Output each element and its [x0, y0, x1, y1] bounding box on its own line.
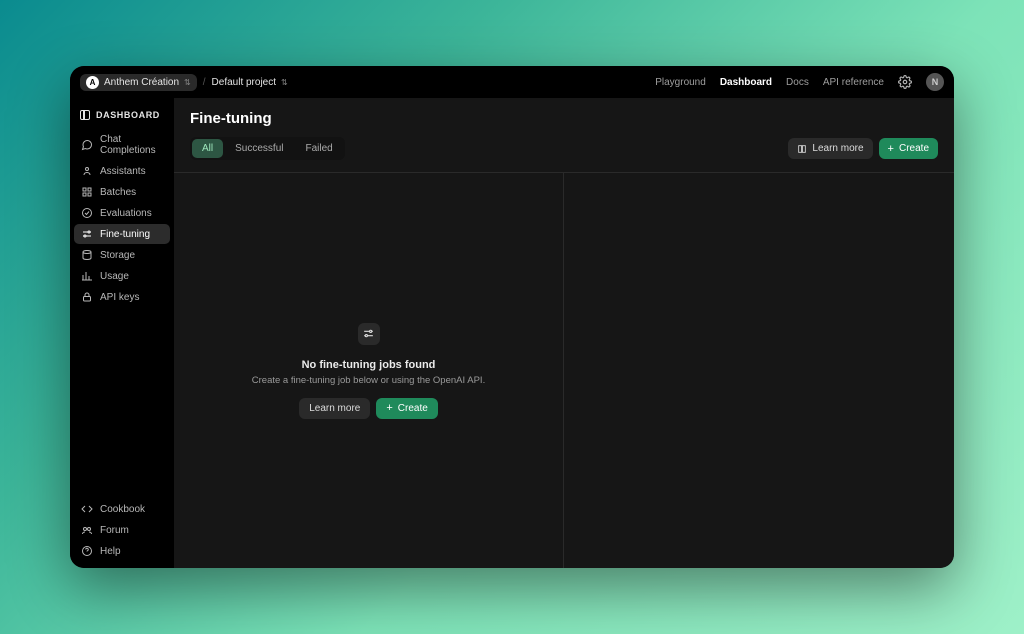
- main-content: Fine-tuning All Successful Failed Lea: [174, 98, 954, 568]
- org-switcher[interactable]: A Anthem Création ⇅: [80, 74, 197, 91]
- filter-tabs: All Successful Failed: [190, 137, 345, 160]
- empty-state-subtitle: Create a fine-tuning job below or using …: [252, 375, 485, 386]
- avatar[interactable]: N: [926, 73, 944, 91]
- empty-learn-more-button[interactable]: Learn more: [299, 398, 370, 419]
- nav-dashboard[interactable]: Dashboard: [720, 77, 772, 88]
- sidebar-item-assistants[interactable]: Assistants: [74, 161, 170, 181]
- sidebar-header-label: DASHBOARD: [96, 110, 160, 120]
- toolbar: All Successful Failed Learn more: [190, 137, 938, 160]
- sidebar-item-label: Chat Completions: [100, 134, 163, 156]
- detail-pane: [564, 173, 954, 568]
- tab-all[interactable]: All: [192, 139, 223, 158]
- nav-docs[interactable]: Docs: [786, 77, 809, 88]
- panel-icon: [80, 110, 90, 120]
- sidebar-item-label: Fine-tuning: [100, 229, 150, 240]
- empty-create-button[interactable]: + Create: [376, 398, 437, 419]
- sidebar-item-label: Assistants: [100, 166, 146, 177]
- app-window: A Anthem Création ⇅ / Default project ⇅ …: [70, 66, 954, 568]
- storage-icon: [81, 249, 93, 261]
- sidebar-footer-forum[interactable]: Forum: [74, 520, 170, 540]
- sidebar-item-label: Storage: [100, 250, 135, 261]
- sidebar-item-usage[interactable]: Usage: [74, 266, 170, 286]
- project-switcher[interactable]: Default project ⇅: [212, 77, 288, 88]
- nav-api-reference[interactable]: API reference: [823, 77, 884, 88]
- sidebar-item-label: API keys: [100, 292, 139, 303]
- code-icon: [81, 503, 93, 515]
- breadcrumb-separator: /: [203, 77, 206, 88]
- learn-more-label: Learn more: [812, 143, 863, 154]
- topbar: A Anthem Création ⇅ / Default project ⇅ …: [70, 66, 954, 98]
- org-logo: A: [86, 76, 99, 89]
- sidebar-item-fine-tuning[interactable]: Fine-tuning: [74, 224, 170, 244]
- evaluations-icon: [81, 207, 93, 219]
- org-name: Anthem Création: [104, 77, 179, 88]
- empty-state: No fine-tuning jobs found Create a fine-…: [252, 323, 485, 419]
- learn-more-button[interactable]: Learn more: [788, 138, 872, 159]
- forum-icon: [81, 524, 93, 536]
- assistant-icon: [81, 165, 93, 177]
- content-area: No fine-tuning jobs found Create a fine-…: [174, 172, 954, 568]
- sidebar-item-label: Evaluations: [100, 208, 152, 219]
- sidebar-item-label: Batches: [100, 187, 136, 198]
- sidebar-footer-label: Help: [100, 546, 121, 557]
- page-title: Fine-tuning: [190, 110, 938, 127]
- create-label: Create: [899, 143, 929, 154]
- sidebar-footer-help[interactable]: Help: [74, 541, 170, 561]
- tab-successful[interactable]: Successful: [225, 139, 293, 158]
- lock-icon: [81, 291, 93, 303]
- jobs-list-pane: No fine-tuning jobs found Create a fine-…: [174, 173, 564, 568]
- help-icon: [81, 545, 93, 557]
- tab-failed[interactable]: Failed: [295, 139, 342, 158]
- chevron-updown-icon: ⇅: [184, 78, 191, 87]
- gear-icon[interactable]: [898, 75, 912, 89]
- batches-icon: [81, 186, 93, 198]
- sliders-icon: [358, 323, 380, 345]
- nav-playground[interactable]: Playground: [655, 77, 706, 88]
- sidebar-header: DASHBOARD: [74, 108, 170, 130]
- usage-icon: [81, 270, 93, 282]
- empty-state-title: No fine-tuning jobs found: [302, 359, 436, 371]
- sidebar-footer-label: Cookbook: [100, 504, 145, 515]
- sidebar-item-label: Usage: [100, 271, 129, 282]
- empty-create-label: Create: [398, 403, 428, 414]
- project-name: Default project: [212, 77, 276, 88]
- sliders-icon: [81, 228, 93, 240]
- sidebar: DASHBOARD Chat Completions Assistants Ba…: [70, 98, 174, 568]
- top-nav: Playground Dashboard Docs API reference …: [655, 73, 944, 91]
- sidebar-item-evaluations[interactable]: Evaluations: [74, 203, 170, 223]
- sidebar-footer-label: Forum: [100, 525, 129, 536]
- sidebar-item-api-keys[interactable]: API keys: [74, 287, 170, 307]
- create-button[interactable]: + Create: [879, 138, 938, 159]
- sidebar-item-chat-completions[interactable]: Chat Completions: [74, 130, 170, 160]
- sidebar-item-storage[interactable]: Storage: [74, 245, 170, 265]
- chevron-updown-icon: ⇅: [281, 78, 288, 87]
- sidebar-item-batches[interactable]: Batches: [74, 182, 170, 202]
- sidebar-footer-cookbook[interactable]: Cookbook: [74, 499, 170, 519]
- book-icon: [797, 144, 807, 154]
- chat-icon: [81, 139, 93, 151]
